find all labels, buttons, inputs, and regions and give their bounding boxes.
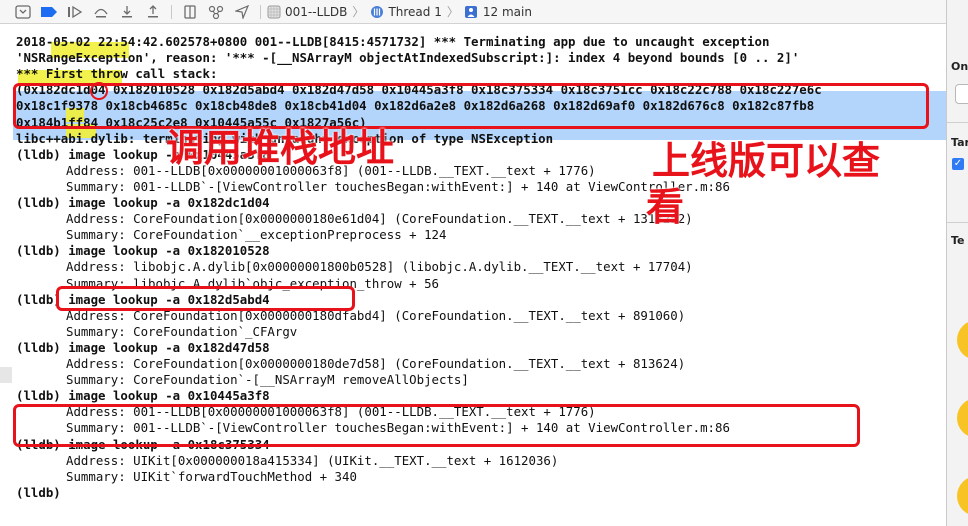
location-icon[interactable] [229, 0, 255, 23]
step-out-icon[interactable] [140, 0, 166, 23]
debug-console[interactable]: 2018-05-02 22:54:42.602578+0800 001--LLD… [0, 24, 946, 526]
console-output-line: Address: UIKit[0x000000018a415334] (UIKi… [66, 453, 559, 468]
crumb-target[interactable]: 001--LLDB [285, 5, 347, 19]
console-gutter-marker [0, 367, 12, 383]
object-library-item-icon[interactable] [957, 320, 968, 360]
console-output-line: Summary: CoreFoundation`-[__NSArrayM rem… [66, 372, 469, 387]
view-hierarchy-icon[interactable] [177, 0, 203, 23]
console-command-line: (lldb) [16, 485, 61, 500]
debug-toolbar: 001--LLDB 〉 Thread 1 〉 12 main [0, 0, 946, 24]
console-output-line: Summary: 001--LLDB`-[ViewController touc… [66, 179, 730, 194]
symbol-result-annotation-box [13, 404, 860, 447]
inspector-label-on: On [951, 60, 968, 73]
crumb-thread[interactable]: Thread 1 [388, 5, 441, 19]
console-command-line: (lldb) image lookup -a 0x10445a3f8 [16, 388, 270, 403]
app-target-icon [266, 4, 281, 19]
console-command-line: (lldb) image lookup -a 0x182d47d58 [16, 340, 270, 355]
inspector-label-text: Te [951, 234, 965, 247]
call-stack-annotation-label: 调用堆栈地址 [166, 126, 395, 170]
thread-icon [369, 4, 384, 19]
object-library-item-icon[interactable] [957, 398, 968, 438]
console-output-line: Summary: UIKit`forwardTouchMethod + 340 [66, 469, 357, 484]
breakpoint-toggle-icon[interactable] [36, 0, 62, 23]
console-output-line: Address: libobjc.A.dylib[0x00000001800b0… [66, 259, 693, 274]
console-output-line: Summary: CoreFoundation`__exceptionPrepr… [66, 227, 447, 242]
console-command-line: (lldb) image lookup -a 0x182dc1d04 [16, 195, 270, 210]
address-annotation-circle [90, 82, 108, 100]
console-output-line: Address: CoreFoundation[0x0000000180e61d… [66, 211, 693, 226]
lookup-command-annotation-box [56, 286, 355, 311]
inspector-label-target: Tar [951, 136, 968, 149]
step-into-icon[interactable] [114, 0, 140, 23]
inspector-divider [947, 122, 968, 123]
call-stack-annotation-box [13, 83, 929, 129]
object-library-item-icon[interactable] [957, 476, 968, 516]
checkbox-icon[interactable]: ✓ [952, 158, 964, 170]
console-output-line: 'NSRangeException', reason: '*** -[__NSA… [16, 50, 800, 65]
inspector-divider [947, 222, 968, 223]
hide-console-icon[interactable] [10, 0, 36, 23]
console-command-line: (lldb) image lookup -a 0x182010528 [16, 243, 270, 258]
toolbar-divider [171, 4, 172, 19]
console-output-line: Summary: CoreFoundation`_CFArgv [66, 324, 298, 339]
continue-icon[interactable] [62, 0, 88, 23]
console-output-line: Address: CoreFoundation[0x0000000180de7d… [66, 356, 686, 371]
inspector-field[interactable] [955, 84, 968, 104]
step-over-icon[interactable] [88, 0, 114, 23]
toolbar-divider [260, 4, 261, 19]
online-annotation-label-line1: 上线版可以查 [652, 139, 881, 183]
breadcrumb: 001--LLDB 〉 Thread 1 〉 12 main [266, 3, 532, 20]
console-output-line: *** First throw call stack: [16, 66, 218, 81]
inspector-panel: On Tar ✓ Te [946, 0, 968, 526]
memory-graph-icon[interactable] [203, 0, 229, 23]
online-annotation-label-line2: 看 [646, 185, 685, 229]
crumb-frame[interactable]: 12 main [483, 5, 532, 19]
chevron-right-icon: 〉 [446, 5, 459, 19]
console-output-line: 2018-05-02 22:54:42.602578+0800 001--LLD… [16, 34, 770, 49]
stack-frame-icon [464, 4, 479, 19]
chevron-right-icon: 〉 [352, 5, 365, 19]
